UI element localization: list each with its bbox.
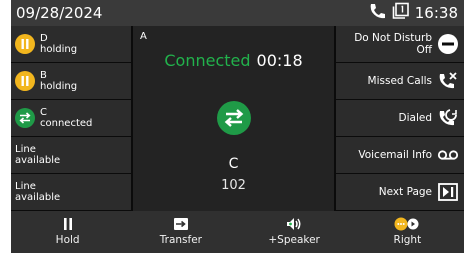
pause-icon [62,215,74,232]
feature-label: Missed Calls [367,75,432,87]
line-key-name: Line [15,181,36,192]
more-options-icon [394,215,420,232]
phone-screen: 09/28/2024 16:38 D holding B holding C c… [11,0,464,226]
softkey-label: Hold [55,234,80,246]
speaker-softkey[interactable]: +Speaker [238,211,351,253]
voicemail-info-key[interactable]: Voicemail Info [336,137,464,173]
right-softkey[interactable]: Right [351,211,464,253]
line-key-state: available [15,192,61,203]
call-line-label: A [140,31,147,42]
hold-icon [15,34,35,54]
hold-icon [15,71,35,91]
hold-softkey[interactable]: Hold [11,211,124,253]
handset-icon [367,2,387,24]
missed-calls-key[interactable]: Missed Calls [336,63,464,99]
call-status: Connected [164,51,251,70]
status-right: 16:38 [367,2,458,24]
feature-label: Do Not Disturb [354,32,432,44]
connected-call-icon [217,101,251,135]
line-key-available-2[interactable]: Line available [11,174,131,210]
line-indicator-icon [392,2,410,24]
line-keys: D holding B holding C connected Line ava… [11,26,131,211]
line-key-c[interactable]: C connected [11,100,131,136]
status-date: 09/28/2024 [16,4,103,22]
line-key-name: B [40,70,47,81]
voicemail-icon [437,144,459,166]
call-panel: A Connected 00:18 C 102 [133,26,334,211]
line-key-state: connected [40,118,93,129]
line-key-state: available [15,155,61,166]
dialed-calls-key[interactable]: Dialed [336,100,464,136]
transfer-softkey[interactable]: Transfer [124,211,237,253]
softkey-bar: Hold Transfer +Speaker Right [11,211,464,253]
line-key-name: C [40,107,47,118]
call-duration: 00:18 [256,51,303,70]
call-status-line: Connected 00:18 [133,51,334,70]
line-key-state: holding [40,81,78,92]
status-time: 16:38 [414,4,458,22]
caller-number: 102 [221,178,246,193]
line-key-d[interactable]: D holding [11,26,131,62]
line-key-name: D [40,33,48,44]
caller-name: C [228,156,239,172]
softkey-label: Right [393,234,422,246]
dnd-icon [437,33,459,55]
connected-arrows-icon [15,108,35,128]
softkey-label: Transfer [159,234,202,246]
feature-keys: Do Not Disturb Off Missed Calls Dialed V… [336,26,464,211]
feature-label: Dialed [398,112,432,124]
speaker-icon [285,215,303,232]
feature-sublabel: Off [416,44,433,56]
next-page-icon [437,181,459,203]
line-key-b[interactable]: B holding [11,63,131,99]
softkey-label: +Speaker [268,234,320,246]
feature-label: Next Page [378,186,432,198]
status-bar: 09/28/2024 16:38 [11,0,464,26]
line-key-available-1[interactable]: Line available [11,137,131,173]
dialed-call-icon [437,107,459,129]
missed-call-icon [437,70,459,92]
do-not-disturb-key[interactable]: Do Not Disturb Off [336,26,464,62]
feature-label: Voicemail Info [358,149,432,161]
line-key-state: holding [40,44,78,55]
line-key-name: Line [15,144,36,155]
next-page-key[interactable]: Next Page [336,174,464,210]
transfer-icon [173,215,189,232]
